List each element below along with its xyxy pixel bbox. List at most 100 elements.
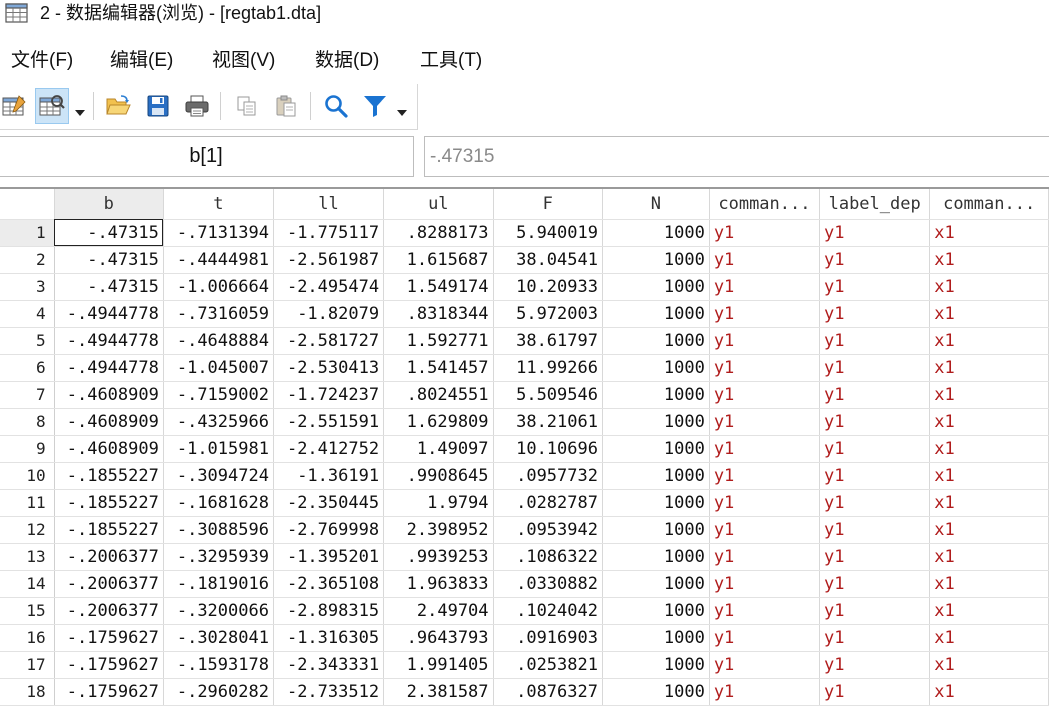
table-cell[interactable]: -.4648884 [163,327,274,355]
row-number[interactable]: 13 [0,543,55,571]
table-cell[interactable]: -2.898315 [273,597,385,625]
table-cell[interactable]: .9643793 [383,624,494,652]
table-cell[interactable]: 38.61797 [493,327,603,355]
column-header[interactable]: F [493,189,603,220]
table-cell[interactable]: y1 [819,651,931,679]
table-cell[interactable]: -2.343331 [273,651,385,679]
table-cell[interactable]: 10.10696 [493,435,603,463]
table-cell[interactable]: 1.49097 [383,435,494,463]
table-cell[interactable]: -2.581727 [273,327,385,355]
table-cell[interactable]: x1 [929,435,1049,463]
row-number[interactable]: 4 [0,300,55,328]
table-cell[interactable]: -.4608909 [54,435,164,463]
table-cell[interactable]: 1000 [602,516,710,544]
table-cell[interactable]: y1 [819,597,931,625]
table-cell[interactable]: x1 [929,381,1049,409]
column-header[interactable]: comman... [709,189,821,220]
table-cell[interactable]: -.1681628 [163,489,274,517]
table-cell[interactable]: -.4444981 [163,246,274,274]
column-header[interactable]: t [163,189,274,220]
table-cell[interactable]: 1.592771 [383,327,494,355]
table-cell[interactable]: 1000 [602,570,710,598]
row-number[interactable]: 6 [0,354,55,382]
table-cell[interactable]: -.3094724 [163,462,274,490]
table-cell[interactable]: 1000 [602,246,710,274]
column-header[interactable]: comman... [929,189,1049,220]
table-cell[interactable]: .0330882 [493,570,603,598]
table-cell[interactable]: .8318344 [383,300,494,328]
row-number[interactable]: 18 [0,678,55,706]
row-number[interactable]: 3 [0,273,55,301]
table-cell[interactable]: -.47315 [54,273,164,301]
filter-dropdown-button[interactable] [396,96,408,116]
table-cell[interactable]: y1 [819,300,931,328]
row-number[interactable]: 7 [0,381,55,409]
table-cell[interactable]: 1.963833 [383,570,494,598]
table-cell[interactable]: y1 [709,300,821,328]
table-cell[interactable]: -.7131394 [163,219,274,247]
table-cell[interactable]: -.1759627 [54,678,164,706]
table-cell[interactable]: -2.412752 [273,435,385,463]
table-cell[interactable]: y1 [819,489,931,517]
table-cell[interactable]: -.1593178 [163,651,274,679]
table-cell[interactable]: y1 [709,597,821,625]
table-cell[interactable]: y1 [709,435,821,463]
open-button[interactable] [102,88,136,124]
row-number[interactable]: 8 [0,408,55,436]
table-cell[interactable]: 1000 [602,597,710,625]
table-cell[interactable]: x1 [929,624,1049,652]
table-cell[interactable]: x1 [929,678,1049,706]
data-editor-edit-button[interactable] [0,88,31,124]
table-cell[interactable]: -.1855227 [54,462,164,490]
table-cell[interactable]: y1 [709,327,821,355]
table-cell[interactable]: 5.940019 [493,219,603,247]
table-cell[interactable]: y1 [819,516,931,544]
column-header[interactable]: b [54,189,164,220]
copy-button[interactable] [230,88,264,124]
table-cell[interactable]: x1 [929,489,1049,517]
table-cell[interactable]: x1 [929,300,1049,328]
table-cell[interactable]: .0282787 [493,489,603,517]
cell-value-field[interactable]: -.47315 [424,136,1049,177]
row-number[interactable]: 5 [0,327,55,355]
table-cell[interactable]: x1 [929,651,1049,679]
table-cell[interactable]: y1 [709,624,821,652]
column-header[interactable]: ul [383,189,494,220]
table-cell[interactable]: 1.9794 [383,489,494,517]
table-cell[interactable]: 2.49704 [383,597,494,625]
print-button[interactable] [180,88,214,124]
table-cell[interactable]: y1 [709,354,821,382]
table-cell[interactable]: y1 [709,543,821,571]
data-editor-browse-button[interactable] [35,88,69,124]
table-cell[interactable]: 1000 [602,408,710,436]
table-cell[interactable]: 5.972003 [493,300,603,328]
row-number[interactable]: 17 [0,651,55,679]
table-cell[interactable]: x1 [929,570,1049,598]
table-cell[interactable]: y1 [709,570,821,598]
table-cell[interactable]: -2.365108 [273,570,385,598]
table-cell[interactable]: 2.398952 [383,516,494,544]
table-cell[interactable]: -1.006664 [163,273,274,301]
table-cell[interactable]: -1.316305 [273,624,385,652]
table-cell[interactable]: x1 [929,246,1049,274]
table-cell[interactable]: 1000 [602,624,710,652]
table-cell[interactable]: y1 [819,273,931,301]
row-number[interactable]: 14 [0,570,55,598]
save-button[interactable] [141,88,175,124]
menu-edit[interactable]: 编辑(E) [110,48,173,74]
table-cell[interactable]: y1 [819,408,931,436]
table-cell[interactable]: -1.82079 [273,300,385,328]
table-cell[interactable]: y1 [709,381,821,409]
table-cell[interactable]: -.2006377 [54,597,164,625]
table-cell[interactable]: 1.541457 [383,354,494,382]
table-cell[interactable]: 11.99266 [493,354,603,382]
table-cell[interactable]: -.4608909 [54,381,164,409]
table-cell[interactable]: y1 [819,381,931,409]
cell-name-box[interactable]: b[1] [0,136,414,177]
row-number[interactable]: 1 [0,219,55,247]
table-cell[interactable]: -2.551591 [273,408,385,436]
table-cell[interactable]: -.3028041 [163,624,274,652]
table-cell[interactable]: -.47315 [54,219,164,247]
table-cell[interactable]: y1 [709,489,821,517]
table-cell[interactable]: 1.549174 [383,273,494,301]
